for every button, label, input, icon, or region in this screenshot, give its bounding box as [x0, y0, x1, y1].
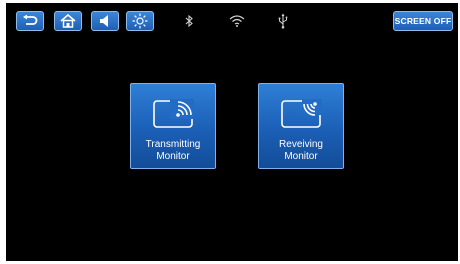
usb-icon — [276, 11, 290, 31]
receive-monitor-icon — [280, 98, 324, 135]
receiving-monitor-label: Reveiving Monitor — [279, 139, 323, 162]
volume-button[interactable] — [91, 11, 119, 31]
transmitting-monitor-tile[interactable]: Transmitting Monitor — [130, 83, 216, 169]
home-icon — [60, 14, 76, 28]
wifi-icon — [228, 11, 246, 31]
bluetooth-icon — [182, 11, 196, 31]
home-button[interactable] — [54, 11, 82, 31]
transmitting-monitor-label: Transmitting Monitor — [145, 139, 201, 162]
cast-monitor-icon — [152, 98, 196, 135]
screen-off-button[interactable]: SCREEN OFF — [393, 11, 453, 31]
receiving-monitor-tile[interactable]: Reveiving Monitor — [258, 83, 344, 169]
back-button[interactable] — [16, 11, 44, 31]
speaker-icon — [98, 14, 112, 28]
back-arrow-icon — [22, 15, 38, 27]
sun-icon — [132, 13, 148, 29]
brightness-button[interactable] — [126, 11, 154, 31]
device-screen: SCREEN OFF Transmitting Monitor Reveivin… — [6, 3, 458, 261]
